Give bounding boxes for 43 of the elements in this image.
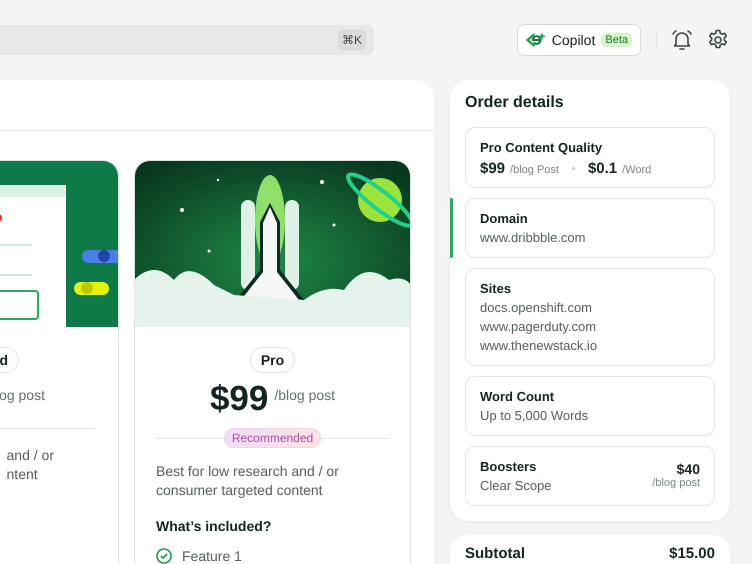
shortcut-key: ⌘K xyxy=(338,30,366,50)
plan-name: Pro xyxy=(250,347,296,373)
price-unit: /blog post xyxy=(274,387,336,403)
item-value: Up to 5,000 Words xyxy=(480,407,588,425)
price-unit: /blog Post xyxy=(510,164,559,176)
notification-bell-icon[interactable] xyxy=(670,28,694,52)
eye-plus-icon xyxy=(526,31,546,49)
item-title: Boosters xyxy=(480,458,538,476)
item-price: $0.1 xyxy=(588,160,618,177)
feature-text: Feature 1 xyxy=(182,548,242,564)
separator-dot xyxy=(572,167,575,170)
item-price: $99 xyxy=(480,160,506,177)
item-value: www.pagerduty.com xyxy=(480,318,598,336)
price-unit: og post xyxy=(0,387,45,403)
subtotal-label: Subtotal xyxy=(465,545,525,564)
subtotal-amount: $15.00 xyxy=(669,545,715,564)
booster-price: $40 xyxy=(676,461,700,477)
item-value: docs.openshift.com xyxy=(480,299,594,317)
price-unit: /Word xyxy=(622,164,652,176)
order-item-card[interactable]: Sites docs.openshift.com www.pagerduty.com www.thenewstack.io xyxy=(465,268,715,366)
order-item-card[interactable]: Boosters Clear Scope $40 /blog post xyxy=(465,446,715,506)
plan-description: and / or ntent xyxy=(6,446,54,484)
copilot-button[interactable]: Copilot Beta xyxy=(517,24,641,56)
item-title: Word Count xyxy=(480,388,556,406)
plan-price: $99 xyxy=(210,379,268,419)
item-title: Pro Content Quality xyxy=(480,139,604,157)
order-item-card[interactable]: Word Count Up to 5,000 Words xyxy=(465,376,715,436)
order-title: Order details xyxy=(464,94,565,112)
item-title: Domain xyxy=(480,210,529,228)
item-value: www.thenewstack.io xyxy=(480,337,598,355)
included-heading: What’s included? xyxy=(156,518,272,534)
beta-badge: Beta xyxy=(601,33,632,47)
order-item-card[interactable]: Pro Content Quality $99 /blog Post $0.1 /Word xyxy=(465,127,715,188)
item-value: Clear Scope xyxy=(480,477,552,495)
item-title: Sites xyxy=(480,280,512,298)
item-value: www.dribbble.com xyxy=(480,229,586,247)
order-item-card[interactable]: Domain www.dribbble.com xyxy=(465,198,715,258)
check-circle-icon xyxy=(156,548,172,564)
plan-name: d xyxy=(0,347,19,373)
recommended-badge: Recommended xyxy=(224,428,322,448)
plan-description: Best for low research and / or consumer targeted content xyxy=(156,462,340,500)
search-field[interactable]: ⌘K xyxy=(0,24,374,54)
price-unit: /blog post xyxy=(652,477,700,489)
